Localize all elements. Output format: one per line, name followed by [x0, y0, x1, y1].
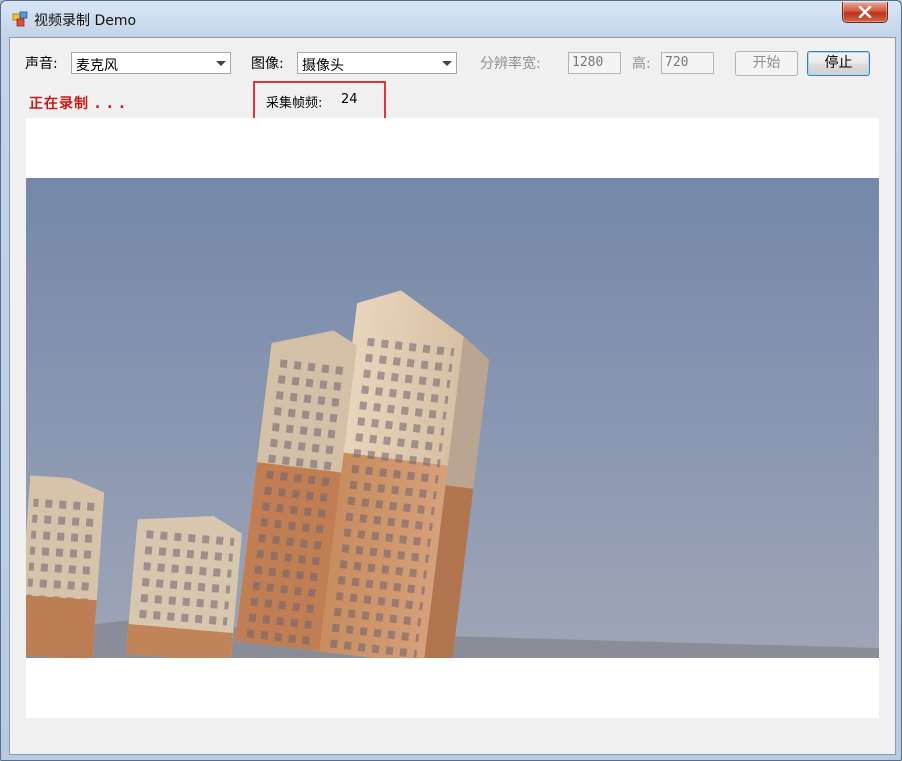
chevron-down-icon	[442, 61, 452, 66]
fps-value: 24	[341, 92, 358, 107]
app-window: 视频录制 Demo 声音: 麦克风 图像: 摄像头 分辨率宽: 1280 高: …	[0, 0, 902, 761]
close-icon	[858, 6, 872, 18]
resolution-width-label: 分辨率宽:	[480, 56, 541, 72]
width-input[interactable]: 1280	[568, 52, 621, 74]
video-label: 图像:	[251, 56, 284, 72]
height-label: 高:	[632, 56, 651, 72]
app-window-icon	[12, 11, 28, 27]
title-bar[interactable]: 视频录制 Demo	[1, 1, 901, 35]
video-selected-value: 摄像头	[302, 58, 344, 74]
camera-frame-image	[26, 178, 879, 658]
chevron-down-icon	[216, 61, 226, 66]
client-area: 声音: 麦克风 图像: 摄像头 分辨率宽: 1280 高: 720 开始 停止 …	[9, 37, 896, 755]
close-button[interactable]	[842, 2, 888, 23]
start-button[interactable]: 开始	[735, 51, 798, 76]
video-source-select[interactable]: 摄像头	[297, 52, 457, 74]
recording-status: 正在录制 . . .	[29, 96, 126, 112]
height-input[interactable]: 720	[661, 52, 714, 74]
window-title: 视频录制 Demo	[34, 13, 137, 29]
audio-label: 声音:	[25, 56, 58, 72]
audio-selected-value: 麦克风	[76, 58, 118, 74]
video-preview-panel	[26, 118, 879, 718]
audio-source-select[interactable]: 麦克风	[71, 52, 231, 74]
fps-label: 采集帧频:	[266, 96, 323, 111]
stop-button[interactable]: 停止	[807, 51, 870, 76]
